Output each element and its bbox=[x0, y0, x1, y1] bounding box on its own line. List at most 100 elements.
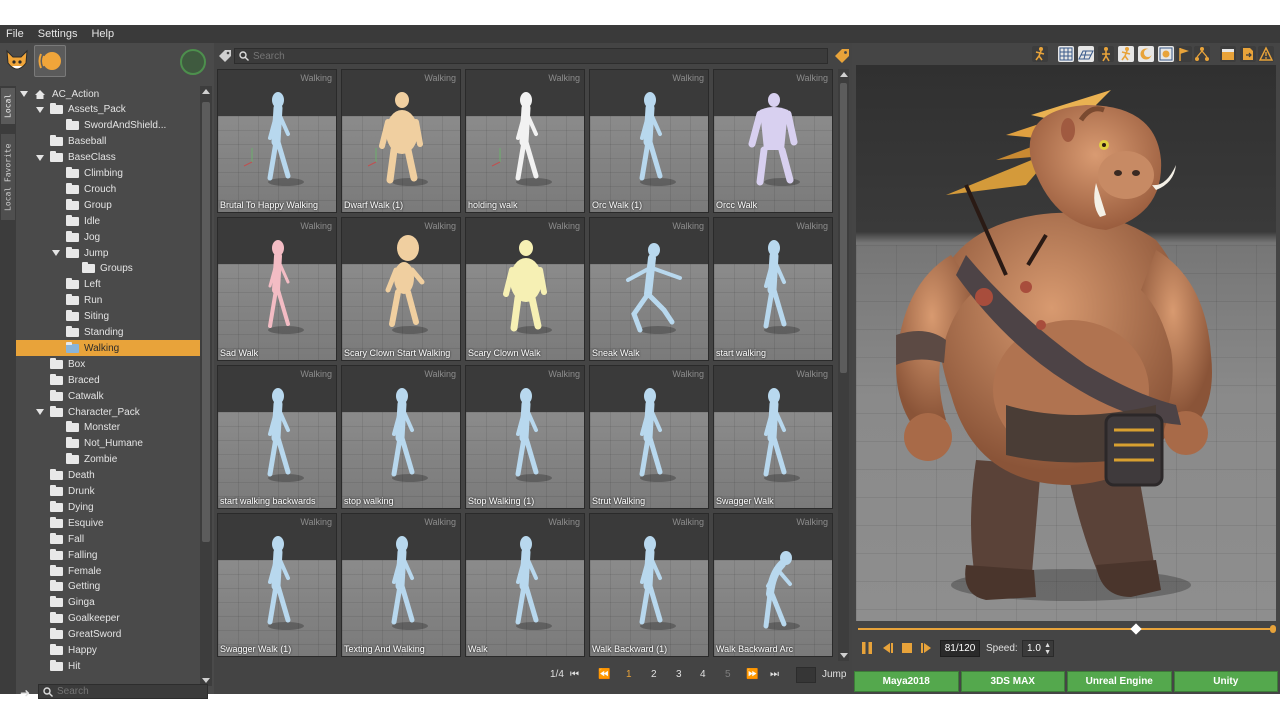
clapper-icon[interactable] bbox=[1220, 46, 1236, 62]
expand-arrow-icon[interactable] bbox=[52, 250, 60, 256]
tree-item[interactable]: Assets_Pack bbox=[16, 102, 200, 118]
animation-card[interactable]: Walking Orc Walk (1) bbox=[589, 69, 709, 213]
tab-local[interactable]: Local bbox=[1, 88, 15, 124]
tree-item[interactable]: Getting bbox=[16, 579, 200, 595]
timeline-end-marker[interactable] bbox=[1270, 625, 1276, 633]
animation-card[interactable]: Walking start walking bbox=[713, 217, 833, 361]
frame-counter[interactable]: 81/120 bbox=[940, 640, 980, 657]
animation-card[interactable]: Walking Walk Backward Arc bbox=[713, 513, 833, 657]
page-link-5[interactable]: 5 bbox=[725, 669, 731, 680]
tree-item[interactable]: Left bbox=[16, 277, 200, 293]
step-back-icon[interactable] bbox=[880, 641, 894, 655]
tree-item[interactable]: Groups bbox=[16, 261, 200, 277]
tree-item[interactable]: Hit bbox=[16, 658, 200, 674]
page-link-1[interactable]: 1 bbox=[626, 669, 632, 680]
export-file-icon[interactable] bbox=[1240, 46, 1256, 62]
tree-item[interactable]: Death bbox=[16, 468, 200, 484]
tree-item[interactable]: Drunk bbox=[16, 484, 200, 500]
3d-viewport[interactable] bbox=[856, 65, 1276, 621]
tree-item[interactable]: GreatSword bbox=[16, 627, 200, 643]
pause-icon[interactable] bbox=[860, 641, 874, 655]
tree-item[interactable]: Falling bbox=[16, 547, 200, 563]
spin-arrows-icon[interactable]: ▲ ▼ bbox=[1044, 642, 1051, 656]
animation-card[interactable]: Walking Scary Clown Start Walking bbox=[341, 217, 461, 361]
skeleton-view-icon[interactable] bbox=[1118, 46, 1134, 62]
bones-toggle-icon[interactable] bbox=[1098, 46, 1114, 62]
sync-link-icon[interactable] bbox=[180, 49, 206, 75]
tree-item[interactable]: Character_Pack bbox=[16, 404, 200, 420]
tree-item[interactable]: Female bbox=[16, 563, 200, 579]
tree-item[interactable]: BaseClass bbox=[16, 150, 200, 166]
tree-item[interactable]: Box bbox=[16, 356, 200, 372]
tree-item[interactable]: Esquive bbox=[16, 515, 200, 531]
tree-item[interactable]: Standing bbox=[16, 325, 200, 341]
tree-item[interactable]: Crouch bbox=[16, 181, 200, 197]
tree-item[interactable]: SwordAndShield... bbox=[16, 118, 200, 134]
animation-card[interactable]: Walking Sad Walk bbox=[217, 217, 337, 361]
browser-search-input[interactable] bbox=[253, 50, 813, 62]
tree-item[interactable]: Not_Humane bbox=[16, 436, 200, 452]
export-unity-button[interactable]: Unity bbox=[1173, 671, 1278, 692]
enter-arrow-icon[interactable]: ➜ bbox=[20, 686, 30, 700]
animation-card[interactable]: Walking Stop Walking (1) bbox=[465, 365, 585, 509]
tree-item[interactable]: Happy bbox=[16, 643, 200, 659]
timeline-scrubber[interactable] bbox=[1130, 623, 1142, 635]
animation-card[interactable]: Walking Swagger Walk bbox=[713, 365, 833, 509]
last-page-icon[interactable]: ⏭ bbox=[770, 669, 779, 680]
animation-timeline[interactable] bbox=[856, 623, 1276, 635]
expand-arrow-icon[interactable] bbox=[20, 91, 28, 97]
expand-arrow-icon[interactable] bbox=[36, 154, 44, 161]
animation-card[interactable]: Walking Scary Clown Walk bbox=[465, 217, 585, 361]
export-maya-button[interactable]: Maya2018 bbox=[854, 671, 959, 692]
animation-card[interactable]: Walking Orcc Walk bbox=[713, 69, 833, 213]
grid-toggle-icon[interactable] bbox=[1058, 46, 1074, 62]
tree-item[interactable]: Zombie bbox=[16, 452, 200, 468]
tree-item[interactable]: Dying bbox=[16, 499, 200, 515]
grid-scroll-thumb[interactable] bbox=[840, 83, 847, 373]
grid-scrollbar[interactable] bbox=[838, 69, 849, 661]
scroll-up-icon[interactable] bbox=[840, 72, 848, 77]
next-page-icon[interactable]: ⏩ bbox=[746, 669, 758, 680]
prev-page-icon[interactable]: ⏪ bbox=[598, 669, 610, 680]
tree-item[interactable]: Run bbox=[16, 293, 200, 309]
menu-help[interactable]: Help bbox=[91, 28, 114, 40]
step-forward-icon[interactable] bbox=[920, 641, 934, 655]
timeline-track[interactable] bbox=[858, 628, 1270, 630]
tree-item[interactable]: AC_Action bbox=[16, 86, 200, 102]
animation-card[interactable]: Walking Brutal To Happy Walking bbox=[217, 69, 337, 213]
tree-item[interactable]: Jog bbox=[16, 229, 200, 245]
jump-page-input[interactable] bbox=[796, 667, 816, 683]
animation-card[interactable]: Walking Swagger Walk (1) bbox=[217, 513, 337, 657]
scroll-down-icon[interactable] bbox=[840, 653, 848, 658]
expand-arrow-icon[interactable] bbox=[36, 106, 44, 113]
camera-view-icon[interactable] bbox=[1158, 46, 1174, 62]
info-icon[interactable] bbox=[1258, 46, 1274, 62]
tree-item[interactable]: Catwalk bbox=[16, 388, 200, 404]
tree-item[interactable]: Idle bbox=[16, 213, 200, 229]
tag-filter-icon[interactable] bbox=[218, 49, 232, 63]
tree-item[interactable]: Jump bbox=[16, 245, 200, 261]
export-unreal-button[interactable]: Unreal Engine bbox=[1067, 671, 1172, 692]
hierarchy-icon[interactable] bbox=[1194, 46, 1210, 62]
add-tag-icon[interactable] bbox=[834, 48, 850, 64]
tab-local-favorites[interactable]: Local Favorite bbox=[1, 134, 15, 220]
flag-icon[interactable] bbox=[1176, 46, 1192, 62]
page-link-4[interactable]: 4 bbox=[700, 669, 706, 680]
export-3dsmax-button[interactable]: 3DS MAX bbox=[960, 671, 1065, 692]
animation-card[interactable]: Walking start walking backwards bbox=[217, 365, 337, 509]
speed-spinbox[interactable]: 1.0 ▲ ▼ bbox=[1022, 640, 1054, 657]
animation-card[interactable]: Walking Walk Backward (1) bbox=[589, 513, 709, 657]
expand-arrow-icon[interactable] bbox=[36, 409, 44, 415]
scroll-up-icon[interactable] bbox=[202, 89, 210, 94]
animation-card[interactable]: Walking Walk bbox=[465, 513, 585, 657]
animation-card[interactable]: Walking Strut Walking bbox=[589, 365, 709, 509]
tree-item[interactable]: Goalkeeper bbox=[16, 611, 200, 627]
jump-button[interactable]: Jump bbox=[822, 669, 846, 680]
tree-item[interactable]: Climbing bbox=[16, 166, 200, 182]
shading-icon[interactable] bbox=[1138, 46, 1154, 62]
tree-item[interactable]: Siting bbox=[16, 309, 200, 325]
page-link-3[interactable]: 3 bbox=[676, 669, 682, 680]
animation-card[interactable]: Walking Dwarf Walk (1) bbox=[341, 69, 461, 213]
tree-scroll-thumb[interactable] bbox=[202, 102, 210, 542]
stop-icon[interactable] bbox=[900, 641, 914, 655]
